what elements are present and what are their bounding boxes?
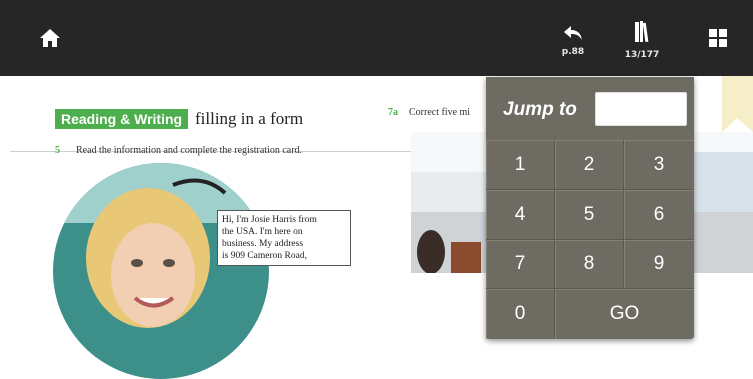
numeric-keypad: 1 2 3 4 5 6 7 8 9 0 GO bbox=[486, 140, 694, 339]
section-title: filling in a form bbox=[195, 109, 304, 128]
key-9[interactable]: 9 bbox=[624, 240, 694, 289]
key-7[interactable]: 7 bbox=[486, 240, 555, 289]
page-number-input[interactable] bbox=[595, 92, 687, 126]
home-icon bbox=[40, 29, 60, 47]
section-badge: Reading & Writing bbox=[55, 109, 189, 129]
exercise-5-instruction: Read the information and complete the re… bbox=[76, 145, 303, 156]
exercise-5-number: 5 bbox=[55, 145, 60, 156]
key-0[interactable]: 0 bbox=[486, 289, 555, 339]
jump-to-panel: Jump to 1 2 3 4 5 6 7 8 9 0 GO bbox=[486, 77, 694, 339]
page-counter: 13/177 bbox=[624, 50, 660, 60]
go-button[interactable]: GO bbox=[555, 289, 694, 339]
exercise-7a-instruction: Correct five mi bbox=[409, 107, 471, 118]
speech-line: Hi, I'm Josie Harris from bbox=[222, 215, 317, 225]
speech-line: the USA. I'm here on bbox=[222, 227, 303, 237]
back-page-label: p.88 bbox=[561, 47, 585, 57]
back-page-button[interactable]: p.88 bbox=[556, 0, 590, 76]
top-toolbar: p.88 13/177 bbox=[0, 0, 753, 76]
back-arrow-icon bbox=[564, 26, 582, 40]
key-4[interactable]: 4 bbox=[486, 190, 555, 240]
book-icon bbox=[635, 21, 649, 43]
key-8[interactable]: 8 bbox=[555, 240, 624, 289]
page-index-button[interactable]: 13/177 bbox=[620, 0, 664, 76]
home-button[interactable] bbox=[30, 0, 70, 76]
grid-view-button[interactable] bbox=[703, 0, 733, 76]
key-3[interactable]: 3 bbox=[624, 140, 694, 190]
key-1[interactable]: 1 bbox=[486, 140, 555, 190]
exercise-7a-number: 7a bbox=[388, 107, 398, 118]
speech-line: is 909 Cameron Road, bbox=[222, 251, 307, 261]
bookmark-ribbon[interactable] bbox=[722, 76, 753, 132]
key-5[interactable]: 5 bbox=[555, 190, 624, 240]
grid-icon bbox=[709, 29, 727, 47]
speech-bubble: Hi, I'm Josie Harris from the USA. I'm h… bbox=[217, 210, 351, 266]
jump-to-title: Jump to bbox=[503, 99, 577, 120]
portrait-photo bbox=[53, 163, 269, 379]
speech-line: business. My address bbox=[222, 239, 304, 249]
key-6[interactable]: 6 bbox=[624, 190, 694, 240]
key-2[interactable]: 2 bbox=[555, 140, 624, 190]
